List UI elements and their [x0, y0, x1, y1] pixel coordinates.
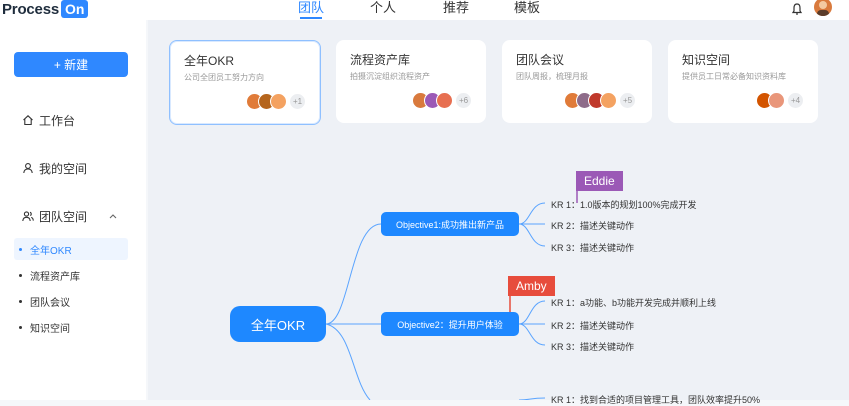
- mindmap-connectors: [325, 191, 578, 400]
- kr-item[interactable]: KR 3：描述关键动作: [551, 340, 634, 353]
- kr-item[interactable]: KR 2：描述关键动作: [551, 219, 634, 232]
- kr-item[interactable]: KR 3：描述关键动作: [551, 241, 634, 254]
- collaborator-tag-amby: Amby: [508, 276, 555, 296]
- collaborator-tag-eddie: Eddie: [576, 171, 623, 191]
- objective-node-1[interactable]: Objective1:成功推出新产品: [381, 212, 519, 236]
- kr-item[interactable]: KR 2：描述关键动作: [551, 319, 634, 332]
- objective-node-2[interactable]: Objective2：提升用户体验: [381, 312, 519, 336]
- mindmap-root-node[interactable]: 全年OKR: [230, 306, 326, 342]
- kr-item[interactable]: KR 1：1.0版本的规划100%完成开发: [551, 198, 697, 211]
- kr-item[interactable]: KR 1：a功能、b功能开发完成并顺利上线: [551, 296, 716, 309]
